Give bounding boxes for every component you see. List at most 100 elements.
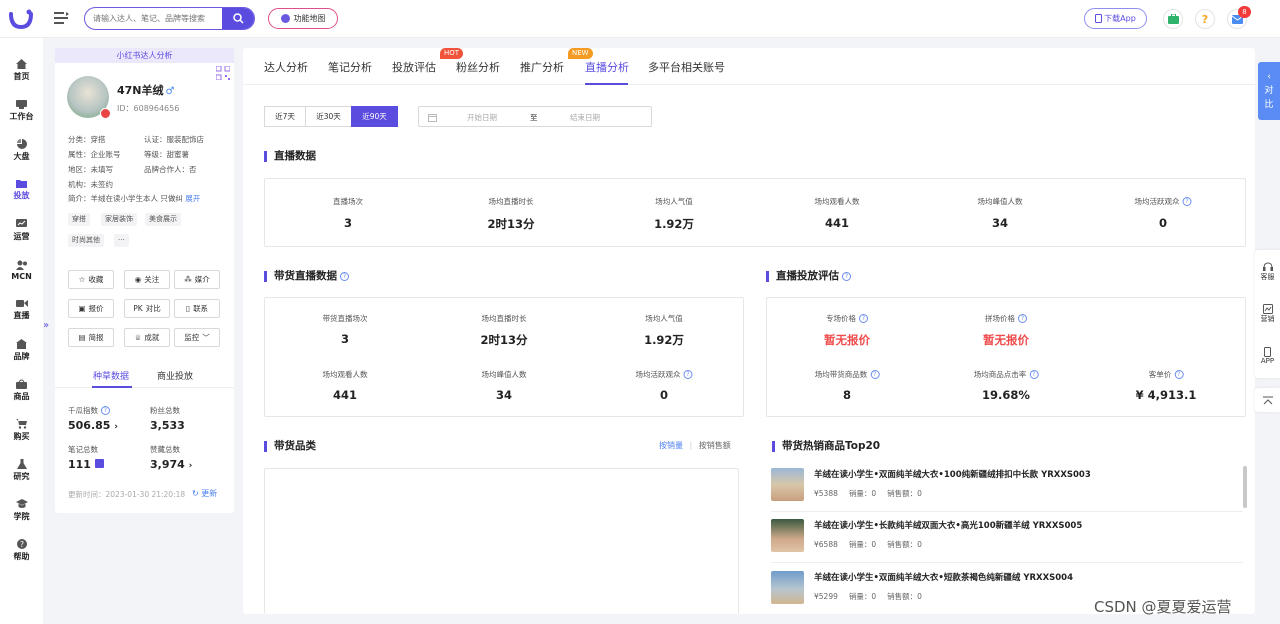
list-scrollbar[interactable] [1243, 466, 1247, 508]
analysis-tabs: 达人分析 笔记分析 投放评估 HOT 粉丝分析 推广分析 直播分析 NEW 多平… [243, 48, 1255, 85]
date-range-picker[interactable]: 开始日期 至 结束日期 [418, 106, 652, 127]
menu-toggle-icon[interactable] [54, 11, 70, 25]
compare-char: 对 [1264, 86, 1274, 96]
nav-item-live[interactable]: 直播 [0, 291, 43, 329]
marketing-button[interactable]: 营销 [1255, 294, 1280, 334]
metric-label: 场均直播时长 [481, 314, 527, 323]
metric-value: 8 [842, 388, 852, 402]
range-7d-button[interactable]: 近7天 [264, 106, 306, 127]
more-tags[interactable]: ··· [114, 234, 129, 247]
nav-item-workbench[interactable]: 工作台 [0, 91, 43, 129]
tab-commercial[interactable]: 商业投放 [157, 369, 193, 382]
compare-button[interactable]: PK 对比 [124, 299, 170, 318]
nav-item-operations[interactable]: 运营 [0, 211, 43, 249]
search-button[interactable] [222, 8, 254, 29]
tab-fans-analysis[interactable]: 粉丝分析 [456, 59, 500, 75]
briefcase-button[interactable] [1163, 9, 1183, 29]
section-title-category: 带货品类 [264, 441, 316, 452]
compare-side-button[interactable]: ‹ 对 比 [1258, 62, 1280, 120]
favorite-button[interactable]: ☆ 收藏 [68, 270, 114, 289]
nav-label: 帮助 [13, 551, 30, 561]
media-button[interactable]: ⁂ 媒介 [174, 270, 220, 289]
qr-code-icon[interactable] [216, 66, 230, 80]
profile-intro: 简介：羊绒在读小学生本人 只做纠 [68, 194, 183, 203]
metric-value: 441 [824, 216, 850, 230]
info-icon[interactable]: ? [101, 406, 110, 415]
expand-intro-link[interactable]: 展开 [185, 194, 200, 203]
product-item[interactable]: 羊绒在读小学生•长款纯羊绒双面大衣•高光100新疆羊绒 YRXXS005 ¥65… [771, 515, 1241, 565]
nav-label: 研究 [13, 471, 30, 481]
eval-card: 专场价格? 暂无报价 拼场价格? 暂无报价 场均带货商品数? 8 场均商品点击率… [766, 297, 1246, 417]
tab-note-analysis[interactable]: 笔记分析 [328, 59, 372, 75]
help-button[interactable]: ? [1195, 9, 1215, 29]
nav-item-research[interactable]: 研究 [0, 451, 43, 489]
nav-item-purchase[interactable]: 购买 [0, 411, 43, 449]
follow-button[interactable]: ◉ 关注 [124, 270, 170, 289]
start-date-placeholder[interactable]: 开始日期 [467, 112, 497, 123]
function-map-label: 功能地图 [293, 14, 326, 23]
info-icon[interactable]: ? [683, 370, 693, 379]
function-map-button[interactable]: 功能地图 [268, 8, 338, 29]
app-logo[interactable] [8, 8, 34, 30]
tab-seeding-data[interactable]: 种草数据 [93, 369, 129, 382]
tab-campaign-eval[interactable]: 投放评估 [392, 59, 436, 75]
tab-promotion-analysis[interactable]: 推广分析 [520, 59, 564, 75]
nav-item-products[interactable]: 商品 [0, 371, 43, 409]
metric-label: 场均人气值 [655, 197, 693, 206]
flask-icon [16, 458, 27, 469]
product-item[interactable]: 羊绒在读小学生•双面纯羊绒大衣•100纯新疆绒排扣中长款 YRXXS003 ¥5… [771, 464, 1241, 514]
info-icon[interactable]: ? [1182, 197, 1192, 206]
product-title[interactable]: 羊绒在读小学生•长款纯羊绒双面大衣•高光100新疆羊绒 YRXXS005 [814, 519, 1082, 531]
info-icon[interactable]: ? [1018, 314, 1027, 323]
nav-item-home[interactable]: 首页 [0, 51, 43, 89]
info-icon[interactable]: ? [859, 314, 868, 323]
customer-service-button[interactable]: 客服 [1255, 252, 1280, 292]
tab-live-analysis[interactable]: 直播分析 [585, 59, 629, 75]
nav-item-brand[interactable]: 品牌 [0, 331, 43, 369]
range-90d-button[interactable]: 近90天 [351, 106, 398, 127]
nav-item-help[interactable]: ? 帮助 [0, 531, 43, 569]
metric-label: 场均观看人数 [322, 370, 368, 379]
back-to-top-button[interactable] [1255, 388, 1280, 412]
profile-region: 地区：未填写 [68, 165, 113, 174]
nav-item-academy[interactable]: 学院 [0, 491, 43, 529]
contact-button[interactable]: ▯ 联系 [174, 299, 220, 318]
tab-multiplatform[interactable]: 多平台相关账号 [648, 59, 725, 75]
marketing-label: 营销 [1260, 315, 1275, 323]
info-icon[interactable]: ? [340, 272, 349, 281]
info-icon[interactable]: ? [870, 370, 880, 379]
product-title[interactable]: 羊绒在读小学生•双面纯羊绒大衣•短款茶褐色纯新疆绒 YRXXS004 [814, 571, 1073, 583]
image-icon[interactable] [94, 459, 104, 468]
monitor-dropdown[interactable]: 监控 ﹀ [174, 328, 220, 347]
monitor-label: 监控 [184, 333, 200, 342]
sort-by-amount[interactable]: 按销售额 [699, 441, 731, 450]
end-date-placeholder[interactable]: 结束日期 [570, 112, 600, 123]
info-icon[interactable]: ? [1174, 370, 1184, 379]
side-tools: 客服 营销 APP [1255, 250, 1280, 378]
app-label: APP [1260, 357, 1275, 365]
sort-by-quantity[interactable]: 按销量 [659, 441, 683, 450]
nav-item-dashboard[interactable]: 大盘 [0, 131, 43, 169]
info-icon[interactable]: ? [1029, 370, 1039, 379]
likes-total-value[interactable]: 3,974 › [150, 458, 192, 471]
date-separator: 至 [530, 113, 538, 122]
tab-creator-analysis[interactable]: 达人分析 [264, 59, 308, 75]
qiangua-index-value[interactable]: 506.85 › [68, 419, 118, 432]
nav-item-mcn[interactable]: MCN [0, 251, 43, 289]
update-button[interactable]: ↻ 更新 [192, 488, 217, 499]
product-title[interactable]: 羊绒在读小学生•双面纯羊绒大衣•100纯新疆绒排扣中长款 YRXXS003 [814, 468, 1091, 480]
metric-value: 3 [343, 216, 353, 230]
download-app-button[interactable]: 下载App [1084, 8, 1147, 29]
expand-sidebar-icon[interactable]: » [43, 320, 51, 340]
workbench-icon [16, 99, 27, 109]
quote-button[interactable]: ▣ 报价 [68, 299, 114, 318]
achievement-button[interactable]: ♕ 成就 [124, 328, 170, 347]
range-30d-button[interactable]: 近30天 [305, 106, 352, 127]
nav-item-campaign[interactable]: 投放 [0, 171, 43, 209]
app-button[interactable]: APP [1255, 336, 1280, 376]
info-icon[interactable]: ? [842, 272, 851, 281]
main-panel: 达人分析 笔记分析 投放评估 HOT 粉丝分析 推广分析 直播分析 NEW 多平… [243, 48, 1255, 614]
product-thumbnail [771, 519, 804, 552]
brief-button[interactable]: ▤ 简报 [68, 328, 114, 347]
search-input[interactable] [85, 8, 225, 29]
